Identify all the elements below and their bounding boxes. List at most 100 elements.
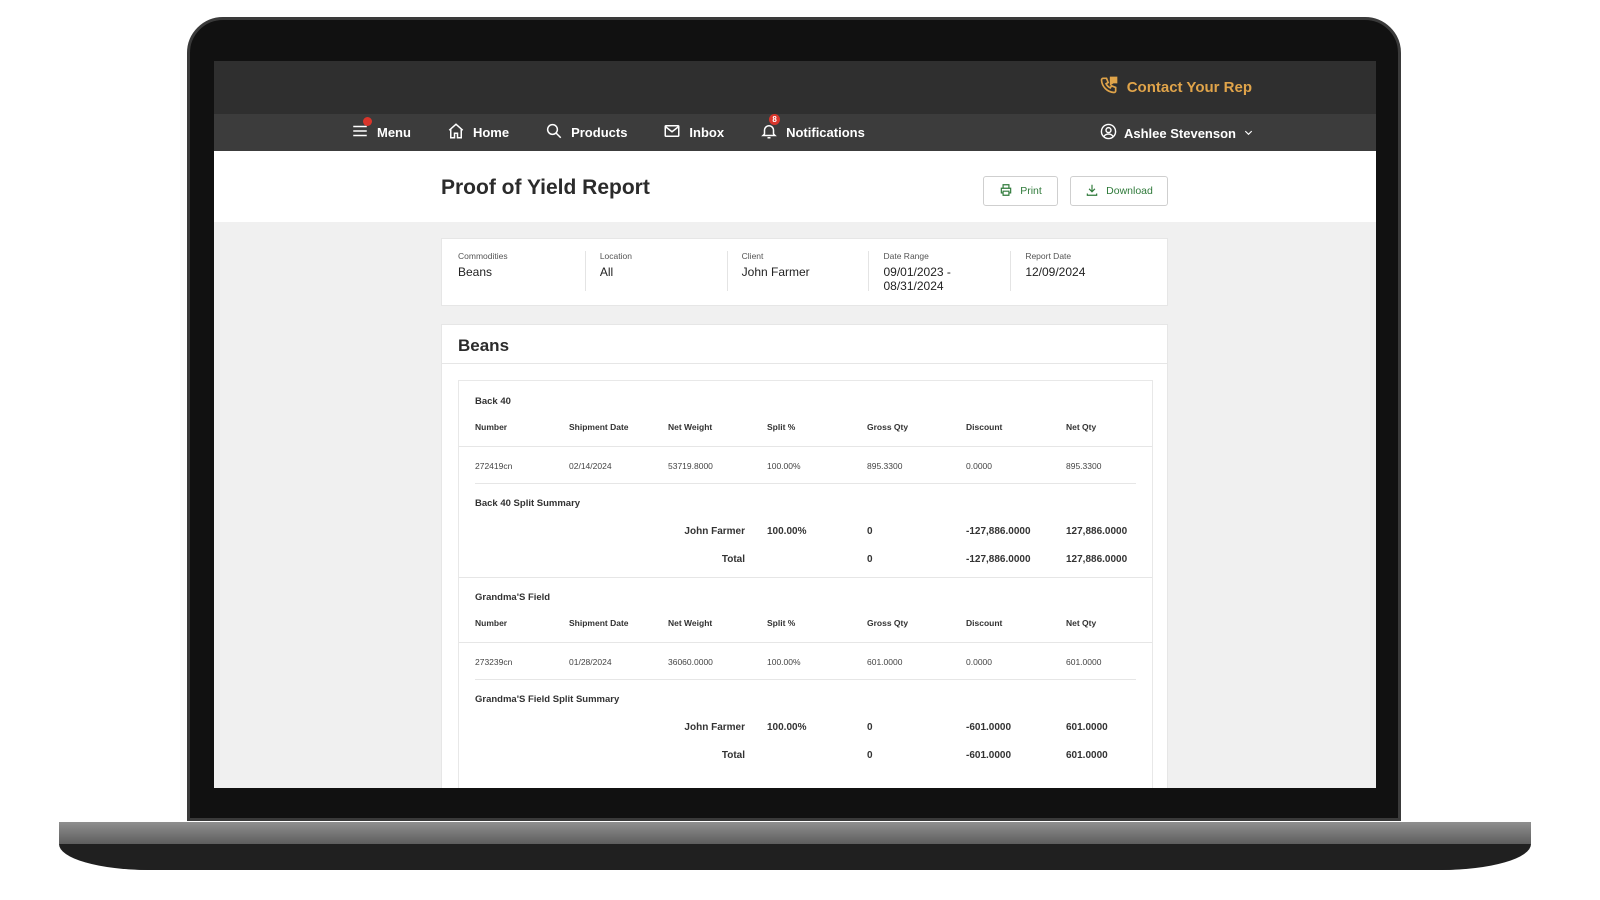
summary-total-gross: 0 (867, 554, 873, 565)
cell-discount: 0.0000 (966, 461, 992, 471)
notifications-badge: 8 (769, 114, 781, 125)
filter-value: 12/09/2024 (1025, 265, 1086, 279)
filter-value-line2: 08/31/2024 (883, 279, 944, 293)
filter-commodities: Commodities Beans (458, 251, 586, 291)
nav-products-label: Products (571, 125, 628, 140)
cell-gross-qty: 895.3300 (867, 461, 903, 471)
summary-gross: 0 (867, 526, 873, 537)
download-button[interactable]: Download (1070, 176, 1168, 206)
nav-notifications-label: Notifications (786, 125, 865, 140)
user-avatar-icon (1100, 123, 1117, 143)
filter-date-range: Date Range 09/01/2023 - 08/31/2024 (883, 251, 1012, 293)
cell-net-qty: 601.0000 (1066, 657, 1102, 667)
download-label: Download (1106, 185, 1153, 197)
nav-inbox[interactable]: Inbox (663, 122, 724, 143)
cell-split: 100.00% (767, 461, 801, 471)
printer-icon (999, 183, 1013, 200)
print-button[interactable]: Print (983, 176, 1058, 206)
divider (475, 483, 1136, 484)
user-menu[interactable]: Ashlee Stevenson (1100, 123, 1254, 143)
report-filters: Commodities Beans Location All Client Jo… (441, 238, 1168, 306)
contact-rep-label: Contact Your Rep (1126, 78, 1252, 96)
nav-home-label: Home (472, 125, 510, 140)
menu-alert-dot (363, 117, 372, 126)
summary-discount: -601.0000 (966, 722, 1012, 733)
summary-net: 601.0000 (1066, 722, 1108, 733)
col-header-net-qty: Net Qty (1066, 422, 1097, 432)
cell-net-weight: 53719.8000 (668, 461, 713, 471)
cell-split: 100.00% (767, 657, 801, 667)
filter-report-date: Report Date 12/09/2024 (1025, 251, 1153, 291)
section-title: Grandma'S Field (475, 592, 551, 603)
col-header-net-qty: Net Qty (1066, 618, 1097, 628)
divider (459, 642, 1152, 643)
summary-split: 100.00% (767, 526, 807, 537)
filter-value: John Farmer (741, 265, 810, 279)
filter-label: Client (741, 251, 764, 261)
summary-total-gross: 0 (867, 750, 873, 761)
nav-inbox-label: Inbox (689, 125, 725, 140)
filter-location: Location All (600, 251, 728, 291)
nav-menu[interactable]: Menu (351, 117, 411, 143)
divider (459, 577, 1152, 578)
filter-label: Date Range (883, 251, 929, 261)
col-header-number: Number (475, 422, 508, 432)
col-header-shipment-date: Shipment Date (569, 618, 629, 628)
laptop-base (59, 822, 1531, 870)
split-summary-title: Grandma'S Field Split Summary (475, 694, 620, 705)
section-title: Back 40 (475, 396, 511, 407)
summary-total-label: Total (721, 750, 745, 761)
summary-total-discount: -127,886.0000 (966, 554, 1031, 565)
filter-value: Beans (458, 265, 493, 279)
page-title: Proof of Yield Report (441, 176, 650, 199)
col-header-shipment-date: Shipment Date (569, 422, 629, 432)
summary-total-net: 127,886.0000 (1066, 554, 1128, 565)
cell-discount: 0.0000 (966, 657, 992, 667)
filter-label: Commodities (458, 251, 508, 261)
nav-menu-label: Menu (377, 125, 411, 140)
summary-split: 100.00% (767, 722, 807, 733)
phone-icon (1099, 75, 1119, 99)
cell-shipment-date: 01/28/2024 (569, 657, 612, 667)
search-icon (545, 122, 563, 143)
col-header-split: Split % (767, 422, 796, 432)
col-header-split: Split % (767, 618, 796, 628)
app-screen: Contact Your Rep Menu Home Products Inbo… (214, 61, 1376, 788)
bell-icon: 8 (760, 114, 781, 143)
col-header-discount: Discount (966, 618, 1003, 628)
cell-net-weight: 36060.0000 (668, 657, 713, 667)
filter-value: 09/01/2023 - (883, 265, 951, 279)
filter-value: All (599, 265, 614, 279)
cell-number: 273239cn (475, 657, 513, 667)
col-header-gross-qty: Gross Qty (867, 618, 909, 628)
filter-label: Location (599, 251, 632, 261)
col-header-net-weight: Net Weight (668, 422, 713, 432)
col-header-net-weight: Net Weight (668, 618, 713, 628)
commodity-card: Beans Back 40 Number Shipment Date Net W… (441, 324, 1168, 788)
summary-client-name: John Farmer (684, 526, 745, 537)
nav-notifications[interactable]: 8 Notifications (760, 114, 865, 143)
col-header-number: Number (475, 618, 508, 628)
chevron-down-icon (1243, 126, 1254, 141)
utility-bar: Contact Your Rep (214, 61, 1376, 114)
main-nav: Menu Home Products Inbox 8 Notifications… (214, 114, 1376, 151)
commodity-title: Beans (442, 325, 1167, 364)
nav-products[interactable]: Products (545, 122, 627, 143)
cell-number: 272419cn (475, 461, 513, 471)
divider (475, 679, 1136, 680)
divider (459, 446, 1152, 447)
nav-home[interactable]: Home (447, 122, 509, 143)
col-header-discount: Discount (966, 422, 1003, 432)
col-header-gross-qty: Gross Qty (867, 422, 909, 432)
summary-total-discount: -601.0000 (966, 750, 1012, 761)
hamburger-icon (351, 117, 372, 143)
page-header: Proof of Yield Report Print Download (214, 151, 1376, 222)
contact-rep-link[interactable]: Contact Your Rep (1099, 75, 1252, 99)
summary-gross: 0 (867, 722, 873, 733)
mail-icon (663, 122, 681, 143)
split-summary-title: Back 40 Split Summary (475, 498, 581, 509)
summary-discount: -127,886.0000 (966, 526, 1031, 537)
filter-label: Report Date (1025, 251, 1072, 261)
summary-total-net: 601.0000 (1066, 750, 1108, 761)
home-icon (447, 122, 465, 143)
